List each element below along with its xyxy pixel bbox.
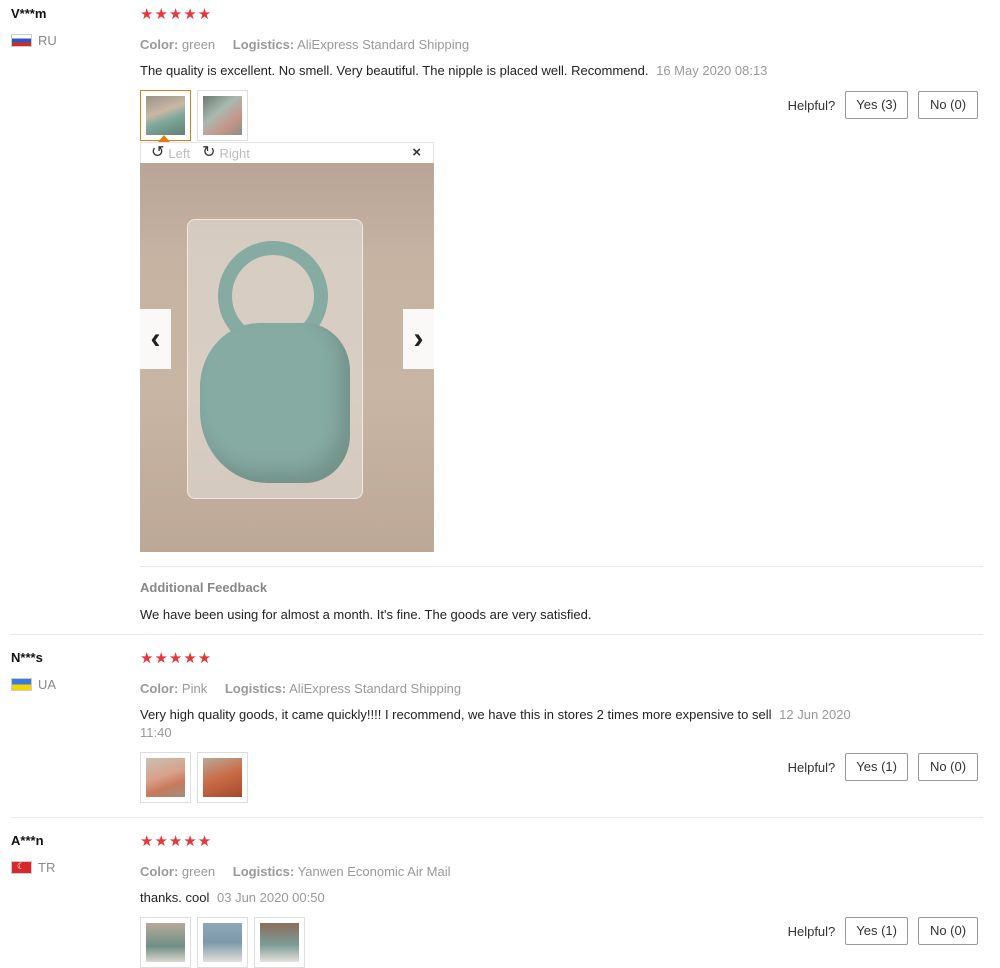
review-meta: Color: Pink Logistics: AliExpress Standa… xyxy=(140,681,985,697)
reviewer-country: UA xyxy=(11,677,131,692)
star-rating: ★★★★★ xyxy=(140,833,213,850)
review-text: thanks. cool 03 Jun 2020 00:50 xyxy=(140,889,880,907)
close-icon[interactable]: × xyxy=(412,144,421,161)
review-text: Very high quality goods, it came quickly… xyxy=(140,706,880,742)
logistics-label: Logistics: xyxy=(232,37,295,52)
divider xyxy=(140,566,983,567)
logistics-value: AliExpress Standard Shipping xyxy=(297,37,470,52)
photo-thumbnail[interactable] xyxy=(140,90,191,141)
prev-photo-button[interactable]: ‹ xyxy=(140,309,171,369)
helpful-vote: Helpful? Yes (1) No (0) xyxy=(788,917,978,945)
helpful-yes-button[interactable]: Yes (1) xyxy=(845,753,908,781)
photo-thumbnail[interactable] xyxy=(197,90,248,141)
photo-thumbnail[interactable] xyxy=(140,752,191,803)
helpful-no-button[interactable]: No (0) xyxy=(918,917,978,945)
logistics-value: Yanwen Economic Air Mail xyxy=(297,864,451,879)
review-body: ★★★★★ Color: green Logistics: Yanwen Eco… xyxy=(140,833,985,968)
review-divider xyxy=(11,634,983,635)
star-rating: ★★★★★ xyxy=(140,650,213,667)
reviewer-info: A***n TR xyxy=(11,833,131,875)
helpful-no-button[interactable]: No (0) xyxy=(918,753,978,781)
rotate-left-button[interactable]: ↺ Left xyxy=(151,144,191,161)
helpful-yes-button[interactable]: Yes (3) xyxy=(845,91,908,119)
photo-thumbnail[interactable] xyxy=(197,752,248,803)
reviewer-country: RU xyxy=(11,33,131,48)
country-code: UA xyxy=(38,677,57,692)
photo-thumbnail[interactable] xyxy=(254,917,305,968)
logistics-label: Logistics: xyxy=(232,864,295,879)
reviewer-name: V***m xyxy=(11,6,47,21)
rotate-right-label: Right xyxy=(219,145,250,161)
review-content: The quality is excellent. No smell. Very… xyxy=(140,63,649,78)
helpful-label: Helpful? xyxy=(787,759,836,775)
helpful-label: Helpful? xyxy=(787,923,836,939)
review-date: 03 Jun 2020 00:50 xyxy=(217,890,325,905)
photo-thumbnail[interactable] xyxy=(140,917,191,968)
review-content: thanks. cool xyxy=(140,890,210,905)
next-photo-button[interactable]: › xyxy=(403,309,434,369)
reviewer-name: N***s xyxy=(11,650,43,665)
logistics-value: AliExpress Standard Shipping xyxy=(289,681,462,696)
review-meta: Color: green Logistics: AliExpress Stand… xyxy=(140,37,985,53)
additional-feedback: Additional Feedback We have been using f… xyxy=(140,566,983,622)
review-date: 16 May 2020 08:13 xyxy=(656,63,768,78)
color-value: green xyxy=(181,37,216,52)
additional-feedback-text: We have been using for almost a month. I… xyxy=(140,607,592,622)
review-divider xyxy=(11,817,983,818)
chevron-left-icon: ‹ xyxy=(150,322,161,355)
rotate-left-icon: ↺ xyxy=(151,144,165,161)
rotate-right-button[interactable]: ↻ Right xyxy=(202,144,250,161)
rotate-left-label: Left xyxy=(168,145,191,161)
reviewer-info: V***m RU xyxy=(11,6,131,48)
helpful-no-button[interactable]: No (0) xyxy=(918,91,978,119)
review-photo: ‹ › xyxy=(140,163,434,552)
country-code: RU xyxy=(38,33,57,48)
flag-icon xyxy=(11,34,32,47)
photo-product xyxy=(200,323,350,483)
flag-icon xyxy=(11,861,32,874)
review-meta: Color: green Logistics: Yanwen Economic … xyxy=(140,864,985,880)
reviewer-info: N***s UA xyxy=(11,650,131,692)
helpful-yes-button[interactable]: Yes (1) xyxy=(845,917,908,945)
helpful-label: Helpful? xyxy=(787,97,836,113)
color-label: Color: xyxy=(140,681,179,696)
country-code: TR xyxy=(38,860,56,875)
chevron-right-icon: › xyxy=(413,322,424,355)
review-content: Very high quality goods, it came quickly… xyxy=(140,707,772,722)
rotate-right-icon: ↻ xyxy=(202,144,216,161)
review-text: The quality is excellent. No smell. Very… xyxy=(140,62,880,80)
additional-feedback-title: Additional Feedback xyxy=(140,580,268,595)
flag-icon xyxy=(11,678,32,691)
review-body: ★★★★★ Color: green Logistics: AliExpress… xyxy=(140,6,985,141)
color-label: Color: xyxy=(140,37,179,52)
logistics-label: Logistics: xyxy=(224,681,287,696)
color-value: Pink xyxy=(181,681,208,696)
color-label: Color: xyxy=(140,864,179,879)
color-value: green xyxy=(181,864,216,879)
star-rating: ★★★★★ xyxy=(140,6,213,23)
viewer-pointer xyxy=(158,135,170,142)
photo-thumbnail[interactable] xyxy=(197,917,248,968)
reviewer-country: TR xyxy=(11,860,131,875)
reviewer-name: A***n xyxy=(11,833,44,848)
viewer-toolbar: ↺ Left ↻ Right × xyxy=(140,142,434,163)
helpful-vote: Helpful? Yes (1) No (0) xyxy=(788,753,978,781)
image-viewer: ↺ Left ↻ Right × ‹ › xyxy=(140,135,434,552)
helpful-vote: Helpful? Yes (3) No (0) xyxy=(788,91,978,119)
